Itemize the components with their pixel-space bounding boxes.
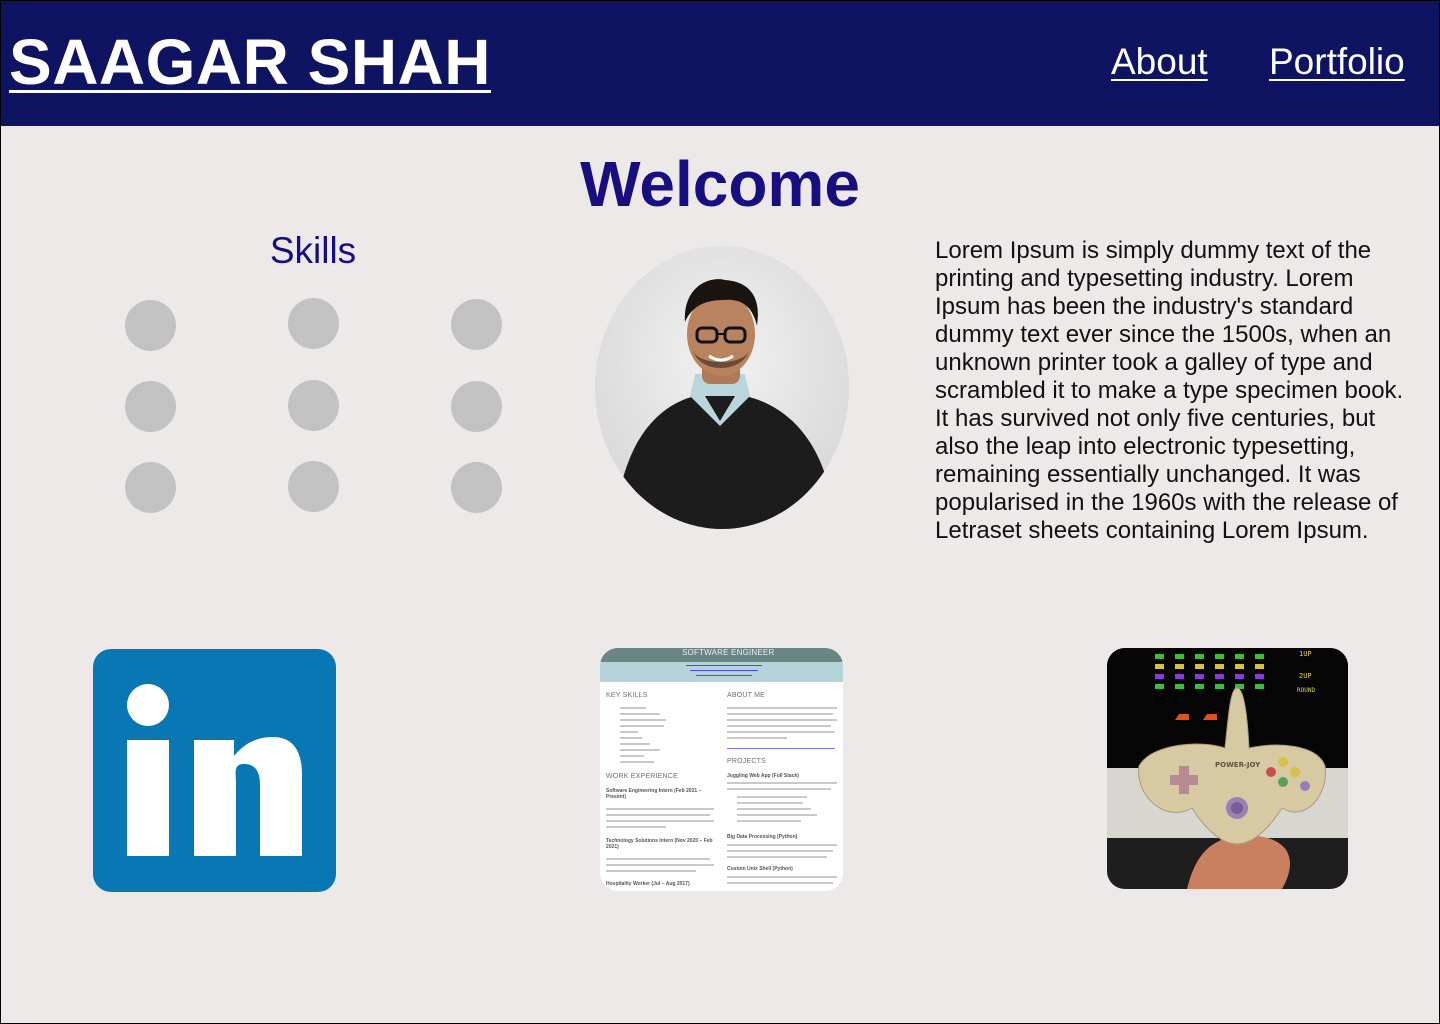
hud-1up: 1UP xyxy=(1299,650,1312,658)
skill-icon xyxy=(451,462,502,513)
cv-text-line xyxy=(620,737,642,739)
page: SAAGAR SHAH About Portfolio Welcome Skil… xyxy=(1,1,1439,1023)
cv-text-line xyxy=(606,864,714,866)
cv-project-title: Juggling Web App (Full Stack) xyxy=(727,773,799,779)
cv-work-heading: WORK EXPERIENCE xyxy=(606,773,678,780)
cv-text-line xyxy=(737,796,807,798)
cv-text-line xyxy=(606,820,714,822)
cv-about-heading: ABOUT ME xyxy=(727,692,766,699)
cv-text-line xyxy=(620,713,660,715)
cv-text-line xyxy=(727,707,837,709)
skill-icon xyxy=(125,300,176,351)
skill-icon xyxy=(288,461,339,512)
cv-title: SOFTWARE ENGINEER xyxy=(682,648,775,657)
skill-icon xyxy=(451,299,502,350)
page-title: Welcome xyxy=(580,148,860,220)
cv-text-line xyxy=(606,826,666,828)
cv-text-line xyxy=(606,858,710,860)
nav-about-link[interactable]: About xyxy=(1111,41,1208,83)
cv-text-line xyxy=(727,725,831,727)
cv-text-line xyxy=(727,844,837,846)
cv-link-line xyxy=(727,748,835,749)
cv-contact-line xyxy=(686,665,762,666)
cv-text-line xyxy=(620,761,654,763)
cv-text-line xyxy=(737,820,801,822)
cv-text-line xyxy=(727,882,833,884)
linkedin-link[interactable] xyxy=(93,649,336,892)
cv-key-skills-heading: KEY SKILLS xyxy=(606,692,648,699)
cv-text-line xyxy=(620,719,666,721)
hud-2up: 2UP xyxy=(1299,672,1312,680)
about-paragraph: Lorem Ipsum is simply dummy text of the … xyxy=(935,237,1404,544)
brand-link[interactable]: SAAGAR SHAH xyxy=(9,25,491,99)
cv-contact-line xyxy=(696,675,752,676)
skills-heading: Skills xyxy=(269,230,357,271)
cv-job-title: Technology Solutions Intern (Nov 2020 – … xyxy=(606,838,713,850)
cv-text-line xyxy=(620,743,650,745)
linkedin-icon xyxy=(127,684,302,856)
project-photo-link[interactable]: 1UP 2UP ROUND POWER-JOY xyxy=(1107,648,1348,889)
skill-icon xyxy=(125,381,176,432)
cv-text-line xyxy=(620,725,664,727)
skill-icon xyxy=(288,380,339,431)
cv-text-line xyxy=(727,719,837,721)
cv-text-line xyxy=(727,850,833,852)
cv-job-title: Software Engineering Intern (Feb 2021 – … xyxy=(606,788,702,800)
skill-icon xyxy=(125,462,176,513)
cv-text-line xyxy=(606,808,714,810)
cv-text-line xyxy=(620,749,660,751)
cv-job-title: Hospitality Worker (Jul – Aug 2017) xyxy=(606,881,690,887)
controller-label: POWER-JOY xyxy=(1215,761,1261,769)
cv-text-line xyxy=(620,731,638,733)
controller-photo: 1UP 2UP ROUND POWER-JOY xyxy=(1107,648,1348,889)
cv-text-line xyxy=(727,856,827,858)
cv-project-title: Big Data Processing (Python) xyxy=(727,834,798,840)
cv-text-line xyxy=(727,782,837,784)
profile-photo xyxy=(595,246,849,529)
cv-text-line xyxy=(727,876,837,878)
skill-icon xyxy=(451,381,502,432)
cv-project-title: Custom Unix Shell (Python) xyxy=(727,866,793,872)
nav-portfolio-link[interactable]: Portfolio xyxy=(1269,41,1405,83)
cv-thumbnail-link[interactable]: SOFTWARE ENGINEER KEY SKILLS WORK EXPERI… xyxy=(600,648,843,891)
cv-text-line xyxy=(737,802,803,804)
cv-text-line xyxy=(727,713,833,715)
cv-text-line xyxy=(606,814,710,816)
cv-projects-heading: PROJECTS xyxy=(727,758,766,765)
cv-text-line xyxy=(620,755,644,757)
cv-contact-line xyxy=(690,670,758,671)
skill-icon xyxy=(288,298,339,349)
cv-text-line xyxy=(727,731,835,733)
cv-text-line xyxy=(727,788,831,790)
cv-text-line xyxy=(737,808,811,810)
cv-text-line xyxy=(620,707,646,709)
site-header: SAAGAR SHAH About Portfolio xyxy=(1,1,1439,126)
cv-text-line xyxy=(737,814,817,816)
hud-round: ROUND xyxy=(1297,687,1315,694)
cv-text-line xyxy=(727,737,787,739)
cv-text-line xyxy=(606,870,696,872)
